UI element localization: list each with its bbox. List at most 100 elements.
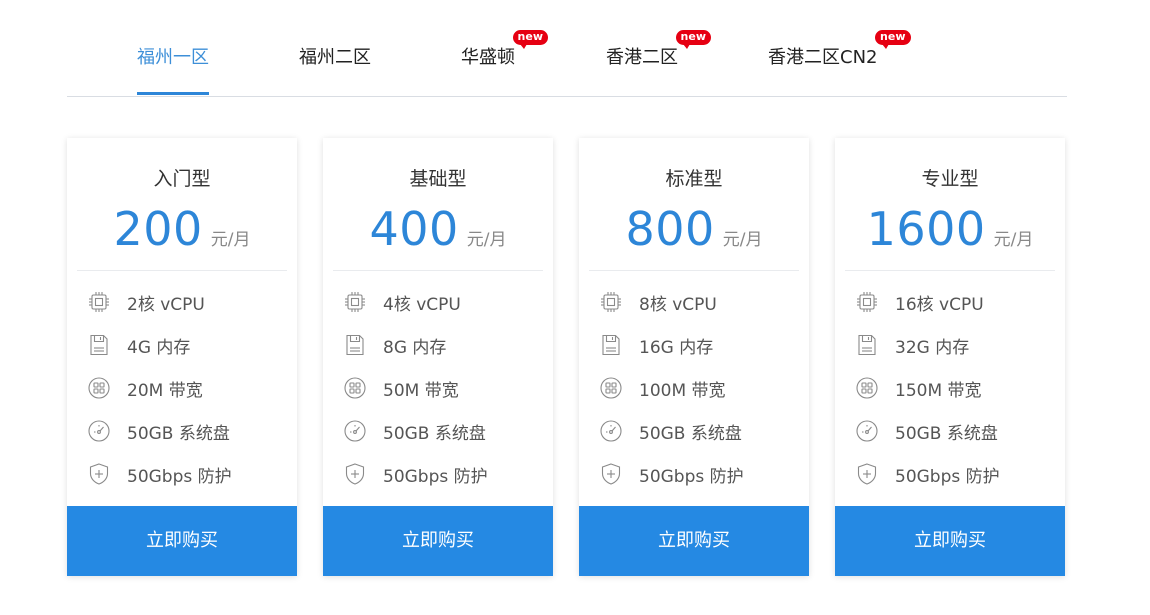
spec-item: 50Gbps 防护	[87, 460, 232, 488]
spec-text: 20M 带宽	[127, 380, 203, 401]
plan-title: 专业型	[921, 168, 979, 190]
plan-price: 400	[369, 202, 459, 256]
plan-card-basic: 基础型 400 元/月 4核 vCPU 8G 内存 50M 带宽 50GB 系统盘 50Gbp…	[323, 138, 553, 576]
spec-item: 2核 vCPU	[87, 288, 205, 316]
plan-title: 入门型	[153, 168, 211, 190]
spec-item: 16核 vCPU	[855, 288, 984, 316]
spec-text: 32G 内存	[895, 337, 970, 358]
spec-text: 150M 带宽	[895, 380, 982, 401]
memory-icon	[855, 333, 879, 357]
spec-item: 8G 内存	[343, 331, 446, 359]
divider	[333, 270, 543, 271]
spec-text: 50GB 系统盘	[127, 423, 230, 444]
tab-fuzhou-2[interactable]: 福州二区	[299, 46, 371, 70]
price-row: 400 元/月	[323, 202, 553, 256]
plan-card-starter: 入门型 200 元/月 2核 vCPU 4G 内存 20M 带宽 50GB 系统盘 50Gbp…	[67, 138, 297, 576]
spec-text: 50Gbps 防护	[639, 466, 744, 487]
divider	[845, 270, 1055, 271]
bandwidth-icon	[599, 376, 623, 400]
price-unit: 元/月	[466, 230, 507, 250]
pricing-page: 福州一区 福州二区 华盛顿 new 香港二区 new 香港二区CN2 new 入…	[0, 0, 1150, 615]
memory-icon	[343, 333, 367, 357]
spec-item: 50GB 系统盘	[343, 417, 486, 445]
spec-item: 150M 带宽	[855, 374, 982, 402]
price-row: 800 元/月	[579, 202, 809, 256]
bandwidth-icon	[343, 376, 367, 400]
new-badge: new	[875, 30, 911, 49]
bandwidth-icon	[87, 376, 111, 400]
buy-now-button[interactable]: 立即购买	[323, 506, 553, 576]
buy-now-button[interactable]: 立即购买	[579, 506, 809, 576]
spec-text: 16核 vCPU	[895, 294, 984, 315]
divider	[77, 270, 287, 271]
spec-text: 16G 内存	[639, 337, 714, 358]
tab-label: 福州一区	[137, 47, 209, 68]
cpu-icon	[599, 290, 623, 314]
spec-text: 50GB 系统盘	[639, 423, 742, 444]
plan-card-pro: 专业型 1600 元/月 16核 vCPU 32G 内存 150M 带宽 50GB 系统盘 5…	[835, 138, 1065, 576]
price-unit: 元/月	[210, 230, 251, 250]
spec-item: 20M 带宽	[87, 374, 203, 402]
plan-title: 基础型	[409, 168, 467, 190]
tab-hongkong-2-cn2[interactable]: 香港二区CN2 new	[768, 30, 911, 70]
cpu-icon	[855, 290, 879, 314]
cpu-icon	[87, 290, 111, 314]
spec-text: 50Gbps 防护	[895, 466, 1000, 487]
tab-washington[interactable]: 华盛顿 new	[461, 30, 548, 70]
shield-icon	[599, 462, 623, 486]
spec-item: 4核 vCPU	[343, 288, 461, 316]
spec-item: 50M 带宽	[343, 374, 459, 402]
tab-label: 福州二区	[299, 47, 371, 68]
region-tabs: 福州一区 福州二区 华盛顿 new 香港二区 new 香港二区CN2 new	[67, 0, 1067, 97]
spec-text: 8G 内存	[383, 337, 447, 358]
shield-icon	[855, 462, 879, 486]
spec-item: 50GB 系统盘	[855, 417, 998, 445]
spec-text: 4G 内存	[127, 337, 191, 358]
bandwidth-icon	[855, 376, 879, 400]
disk-icon	[855, 419, 879, 443]
disk-icon	[343, 419, 367, 443]
spec-text: 50GB 系统盘	[895, 423, 998, 444]
tab-label: 香港二区CN2	[768, 47, 878, 68]
price-row: 1600 元/月	[835, 202, 1065, 256]
spec-item: 8核 vCPU	[599, 288, 717, 316]
spec-text: 50Gbps 防护	[383, 466, 488, 487]
spec-text: 2核 vCPU	[127, 294, 205, 315]
buy-now-button[interactable]: 立即购买	[67, 506, 297, 576]
divider	[589, 270, 799, 271]
plan-price: 1600	[866, 202, 986, 256]
spec-text: 8核 vCPU	[639, 294, 717, 315]
plan-title: 标准型	[665, 168, 723, 190]
shield-icon	[87, 462, 111, 486]
spec-text: 4核 vCPU	[383, 294, 461, 315]
cpu-icon	[343, 290, 367, 314]
plan-price: 200	[113, 202, 203, 256]
disk-icon	[599, 419, 623, 443]
disk-icon	[87, 419, 111, 443]
tab-fuzhou-1[interactable]: 福州一区	[137, 46, 209, 95]
buy-now-button[interactable]: 立即购买	[835, 506, 1065, 576]
memory-icon	[87, 333, 111, 357]
plan-card-standard: 标准型 800 元/月 8核 vCPU 16G 内存 100M 带宽 50GB 系统盘 50G…	[579, 138, 809, 576]
plan-price: 800	[625, 202, 715, 256]
memory-icon	[599, 333, 623, 357]
new-badge: new	[675, 30, 711, 49]
spec-item: 4G 内存	[87, 331, 190, 359]
spec-item: 50Gbps 防护	[599, 460, 744, 488]
spec-text: 100M 带宽	[639, 380, 726, 401]
spec-text: 50M 带宽	[383, 380, 459, 401]
tab-hongkong-2[interactable]: 香港二区 new	[606, 30, 711, 70]
spec-item: 50Gbps 防护	[343, 460, 488, 488]
spec-item: 32G 内存	[855, 331, 969, 359]
spec-item: 100M 带宽	[599, 374, 726, 402]
spec-text: 50GB 系统盘	[383, 423, 486, 444]
price-unit: 元/月	[993, 230, 1034, 250]
price-row: 200 元/月	[67, 202, 297, 256]
shield-icon	[343, 462, 367, 486]
tab-label: 香港二区	[606, 47, 678, 68]
new-badge: new	[512, 30, 548, 49]
spec-item: 50GB 系统盘	[87, 417, 230, 445]
price-unit: 元/月	[722, 230, 763, 250]
spec-item: 50Gbps 防护	[855, 460, 1000, 488]
spec-item: 16G 内存	[599, 331, 713, 359]
